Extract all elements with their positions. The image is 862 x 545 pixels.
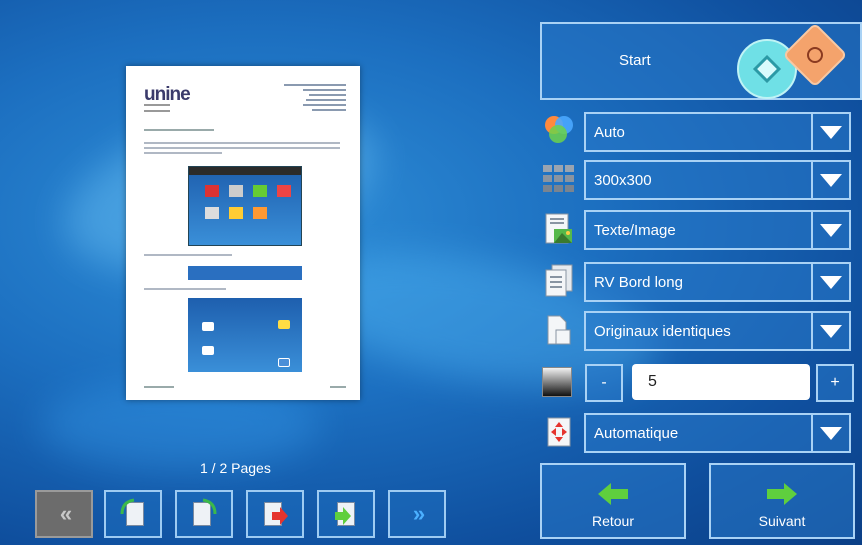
page-counter: 1 / 2 Pages: [200, 460, 271, 476]
resolution-dropdown-button[interactable]: [811, 160, 851, 200]
back-label: Retour: [591, 513, 635, 529]
double-chevron-left-icon: «: [59, 501, 72, 526]
density-icon: [542, 367, 572, 397]
resolution-icon: [542, 163, 576, 195]
rotate-right-icon: [191, 498, 217, 530]
originals-icon: [542, 314, 576, 346]
logo-underline: [144, 104, 170, 112]
chevron-down-icon: [820, 223, 842, 237]
original-type-icon: [542, 213, 576, 245]
density-minus-button[interactable]: -: [585, 364, 623, 402]
duplex-dropdown-button[interactable]: [811, 262, 851, 302]
stop-icon: [807, 47, 823, 63]
insert-page-button[interactable]: [317, 490, 375, 538]
document-preview: unine ​: [126, 66, 360, 400]
next-label: Suivant: [758, 513, 806, 529]
original-type-dropdown-button[interactable]: [811, 210, 851, 250]
last-page-button[interactable]: »: [388, 490, 446, 538]
resolution-select[interactable]: 300x300: [584, 160, 811, 200]
originals-select[interactable]: Originaux identiques: [584, 311, 811, 351]
document-footer-right: [330, 386, 346, 388]
start-button[interactable]: Start: [540, 22, 862, 100]
rotate-left-button[interactable]: [104, 490, 162, 538]
next-button[interactable]: Suivant: [709, 463, 855, 539]
document-caption: [144, 288, 340, 293]
page-remove-icon: [262, 498, 288, 530]
start-label: Start: [619, 52, 651, 69]
document-subheading: [144, 129, 214, 131]
document-logo: unine: [144, 84, 191, 105]
orientation-select[interactable]: Automatique: [584, 413, 811, 453]
chevron-down-icon: [820, 275, 842, 289]
document-caption: [144, 254, 340, 259]
density-plus-button[interactable]: +: [816, 364, 854, 402]
page-insert-icon: [333, 498, 359, 530]
color-mode-dropdown-button[interactable]: [811, 112, 851, 152]
document-screenshot-scan: [188, 298, 302, 372]
orientation-dropdown-button[interactable]: [811, 413, 851, 453]
orientation-icon: [542, 416, 576, 448]
rotate-left-icon: [120, 498, 146, 530]
first-page-button[interactable]: «: [35, 490, 93, 538]
rotate-right-button[interactable]: [175, 490, 233, 538]
density-value-field[interactable]: 5: [632, 364, 810, 400]
chevron-down-icon: [820, 426, 842, 440]
arrow-right-icon: [767, 483, 797, 505]
duplex-select[interactable]: RV Bord long: [584, 262, 811, 302]
chevron-down-icon: [820, 324, 842, 338]
chevron-down-icon: [820, 173, 842, 187]
document-address: [284, 84, 346, 114]
duplex-icon: [542, 264, 576, 297]
delete-page-button[interactable]: [246, 490, 304, 538]
back-button[interactable]: Retour: [540, 463, 686, 539]
document-screenshot-menu: [188, 166, 302, 246]
document-footer-left: [144, 386, 174, 388]
originals-dropdown-button[interactable]: [811, 311, 851, 351]
arrow-left-icon: [598, 483, 628, 505]
color-mode-select[interactable]: Auto: [584, 112, 811, 152]
double-chevron-right-icon: »: [412, 501, 425, 526]
original-type-select[interactable]: Texte/Image: [584, 210, 811, 250]
color-mode-icon: [542, 113, 576, 145]
document-screenshot-toolbar: [188, 266, 302, 280]
document-paragraph: [144, 142, 340, 157]
chevron-down-icon: [820, 125, 842, 139]
